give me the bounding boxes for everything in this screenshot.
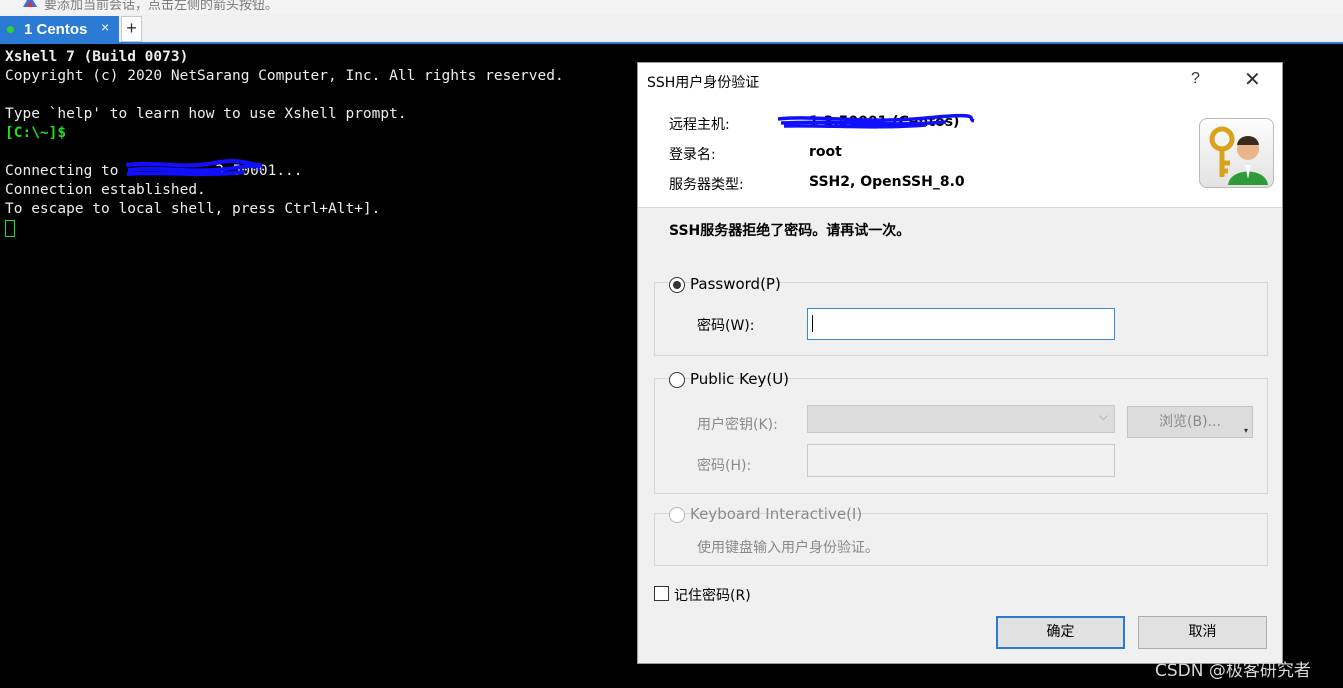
redaction-scribble (777, 113, 975, 129)
close-button[interactable]: ✕ (1244, 67, 1261, 92)
keyboard-interactive-description: 使用键盘输入用户身份验证。 (697, 540, 879, 556)
connecting-text: Connecting to (5, 163, 128, 179)
keyboard-interactive-radio[interactable]: Keyboard Interactive(I) (669, 505, 862, 525)
dropdown-arrow-icon: ▾ (1243, 426, 1248, 435)
radio-unselected-icon (669, 372, 685, 388)
terminal-line: Connection established. (5, 182, 206, 198)
cancel-button[interactable]: 取消 (1138, 616, 1267, 649)
terminal-line: Xshell 7 (Build 0073) (5, 49, 189, 65)
radio-disabled-icon (669, 507, 685, 523)
server-type-value: SSH2, OpenSSH_8.0 (809, 174, 965, 190)
password-radio-label: Password(P) (690, 275, 781, 293)
radio-selected-icon (669, 277, 685, 293)
browse-button-label: 浏览(B)... (1159, 414, 1221, 430)
text-caret (812, 315, 813, 332)
terminal-prompt: [C:\~]$ (5, 125, 67, 141)
connection-status-icon (7, 26, 14, 33)
tab-centos[interactable]: 1 Centos × (0, 16, 119, 42)
tab-close-icon[interactable]: × (101, 19, 109, 35)
redaction-scribble (125, 159, 263, 177)
add-tab-button[interactable]: + (121, 16, 142, 42)
ok-button[interactable]: 确定 (996, 616, 1125, 649)
session-hint-bar: 要添加当前会话，点击左侧的箭头按钮。 (0, 0, 1343, 14)
password-field-label: 密码(W): (697, 318, 755, 334)
public-key-radio[interactable]: Public Key(U) (669, 370, 789, 390)
password-input[interactable] (807, 308, 1115, 340)
terminal-line: Copyright (c) 2020 NetSarang Computer, I… (5, 68, 564, 84)
user-key-label: 用户密钥(K): (697, 417, 778, 433)
password-radio[interactable]: Password(P) (669, 275, 781, 295)
hint-text: 要添加当前会话，点击左侧的箭头按钮。 (44, 0, 279, 13)
user-key-icon (1199, 118, 1274, 188)
remember-password-checkbox[interactable] (654, 586, 669, 601)
browse-button[interactable]: 浏览(B)... ▾ (1127, 406, 1253, 438)
terminal-cursor (5, 220, 15, 237)
dialog-title: SSH用户身份验证 (647, 75, 760, 91)
arrow-icon[interactable] (22, 0, 38, 8)
help-button[interactable]: ? (1191, 70, 1200, 88)
remote-host-label: 远程主机: (669, 117, 730, 133)
user-key-select[interactable]: ⌵ (807, 405, 1115, 433)
server-type-label: 服务器类型: (669, 177, 744, 193)
passphrase-label: 密码(H): (697, 458, 752, 474)
passphrase-input[interactable] (807, 444, 1115, 477)
terminal-line: To escape to local shell, press Ctrl+Alt… (5, 201, 381, 217)
tab-label: 1 Centos (24, 21, 88, 38)
csdn-watermark: CSDN @极客研究者 (1155, 661, 1311, 681)
public-key-radio-label: Public Key(U) (690, 370, 790, 388)
login-value: root (809, 144, 842, 160)
login-label: 登录名: (669, 147, 716, 163)
error-message: SSH服务器拒绝了密码。请再试一次。 (669, 223, 911, 239)
ssh-auth-dialog: SSH用户身份验证 ? ✕ 远程主机: 1 3.50001 (Centos) 登… (637, 62, 1283, 664)
keyboard-interactive-radio-label: Keyboard Interactive(I) (690, 505, 863, 523)
chevron-down-icon: ⌵ (1098, 409, 1108, 423)
dialog-header: SSH用户身份验证 ? ✕ 远程主机: 1 3.50001 (Centos) 登… (638, 63, 1282, 208)
session-tab-bar: 1 Centos × + (0, 14, 1343, 42)
terminal-line: Type `help' to learn how to use Xshell p… (5, 106, 407, 122)
remember-password-label[interactable]: 记住密码(R) (674, 585, 751, 605)
